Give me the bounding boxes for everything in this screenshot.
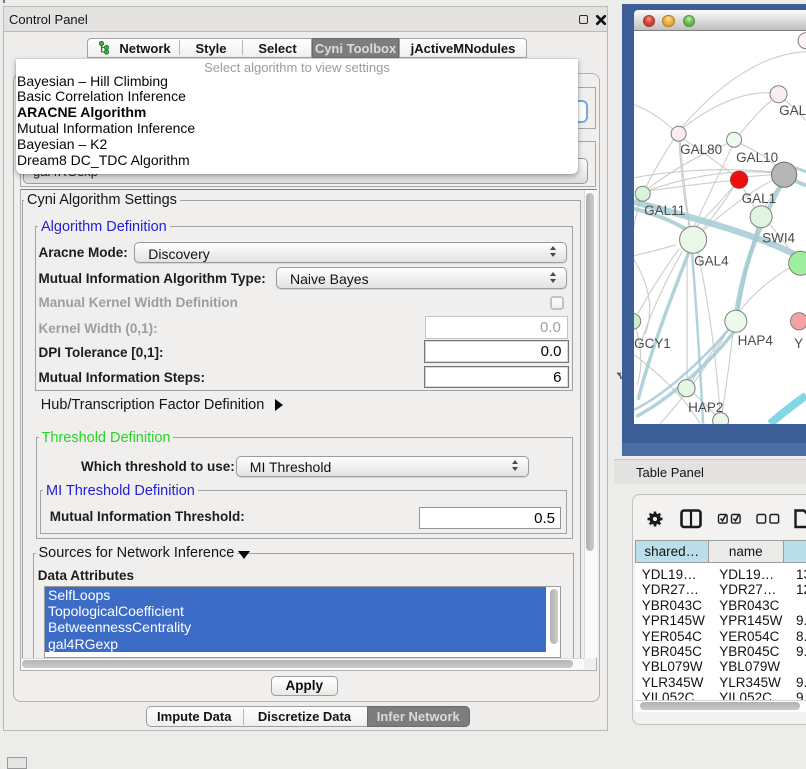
svg-text:GAL4: GAL4 <box>694 254 729 269</box>
svg-text:SWI4: SWI4 <box>762 231 795 246</box>
svg-text:GAL: GAL <box>779 103 806 118</box>
svg-text:GAL10: GAL10 <box>736 150 778 165</box>
svg-text:GCY1: GCY1 <box>634 336 671 351</box>
svg-text:HAP2: HAP2 <box>688 400 723 415</box>
svg-text:GAL80: GAL80 <box>680 142 722 157</box>
svg-text:GAL11: GAL11 <box>644 203 685 218</box>
svg-text:Y: Y <box>794 336 803 351</box>
svg-text:GAL1: GAL1 <box>741 191 775 206</box>
svg-text:HAP4: HAP4 <box>737 333 773 348</box>
